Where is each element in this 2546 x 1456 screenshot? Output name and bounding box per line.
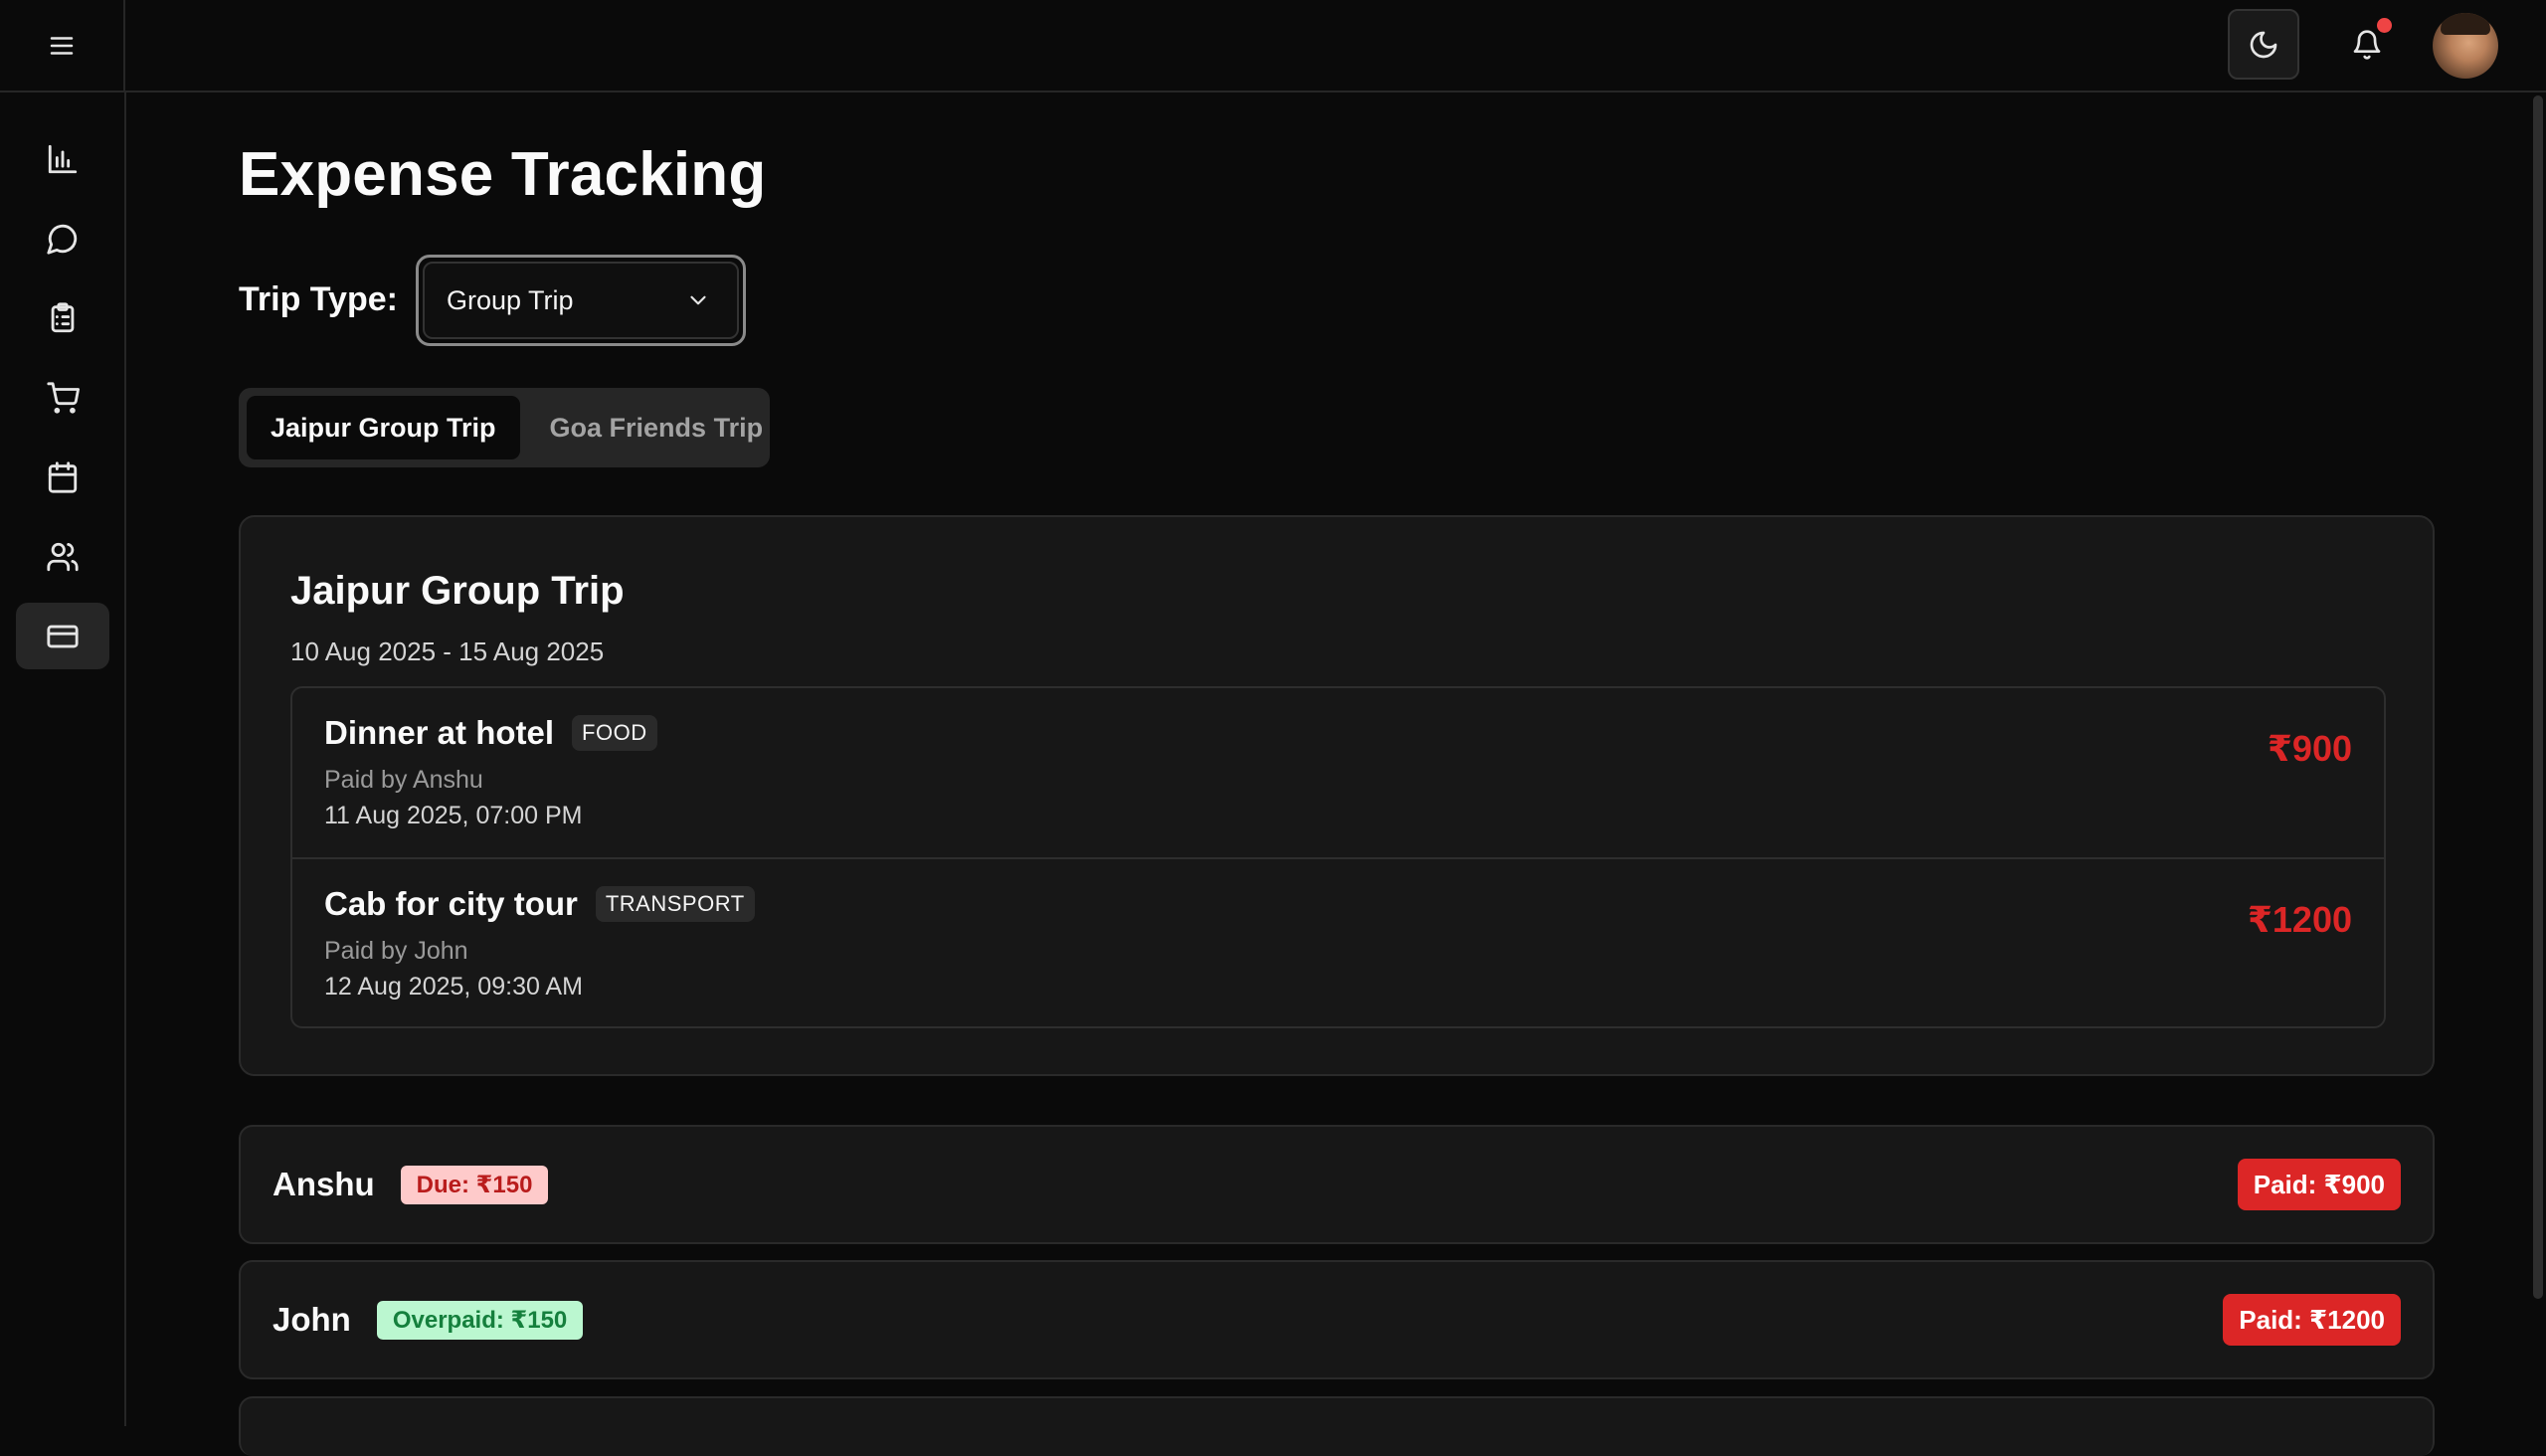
theme-toggle-button[interactable] xyxy=(2228,9,2299,80)
trip-type-value: Group Trip xyxy=(447,284,574,315)
trip-name: Jaipur Group Trip xyxy=(290,569,625,613)
sidebar-item-calendar[interactable] xyxy=(16,444,109,510)
member-name: John xyxy=(273,1301,351,1338)
sidebar-item-chat[interactable] xyxy=(16,205,109,272)
due-badge: Due: ₹150 xyxy=(400,1165,549,1204)
member-card-anshu: Anshu Due: ₹150 Paid: ₹900 xyxy=(239,1125,2435,1244)
trip-dates: 10 Aug 2025 - 15 Aug 2025 xyxy=(290,637,605,666)
member-name: Anshu xyxy=(273,1166,375,1202)
top-bar xyxy=(0,0,2546,92)
trip-type-select[interactable]: Group Trip xyxy=(416,255,746,346)
chevron-down-icon xyxy=(690,295,706,305)
expense-amount: ₹900 xyxy=(2267,728,2352,769)
sidebar-item-shop[interactable] xyxy=(16,364,109,431)
calendar-icon xyxy=(48,460,78,493)
expense-datetime: 12 Aug 2025, 09:30 AM xyxy=(324,973,583,1001)
tab-jaipur-group-trip[interactable]: Jaipur Group Trip xyxy=(247,396,520,459)
category-badge: FOOD xyxy=(572,715,657,751)
sidebar xyxy=(0,92,126,1426)
moon-icon xyxy=(2250,31,2277,58)
expense-name: Cab for city tour xyxy=(324,885,578,922)
scrollbar-thumb[interactable] xyxy=(2533,95,2543,1299)
sidebar-item-dashboard[interactable] xyxy=(16,125,109,192)
trip-tabs: Jaipur Group Trip Goa Friends Trip xyxy=(239,388,770,467)
avatar[interactable] xyxy=(2433,13,2498,79)
tab-goa-friends-trip[interactable]: Goa Friends Trip xyxy=(526,396,788,459)
paid-badge: Paid: ₹900 xyxy=(2237,1159,2401,1210)
sidebar-item-users[interactable] xyxy=(16,523,109,590)
expense-name: Dinner at hotel xyxy=(324,714,555,751)
message-circle-icon xyxy=(47,224,78,255)
page-title: Expense Tracking xyxy=(239,140,767,209)
menu-button[interactable] xyxy=(0,0,125,91)
category-badge: TRANSPORT xyxy=(595,886,755,922)
credit-card-icon xyxy=(47,625,79,647)
member-card-partial xyxy=(239,1396,2435,1456)
expense-datetime: 11 Aug 2025, 07:00 PM xyxy=(324,802,583,829)
trip-type-label: Trip Type: xyxy=(239,280,398,318)
expense-paid-by: Paid by Anshu xyxy=(324,766,483,794)
paid-badge: Paid: ₹1200 xyxy=(2223,1294,2401,1346)
expense-list: Dinner at hotel FOOD Paid by Anshu 11 Au… xyxy=(290,686,2386,1028)
users-icon xyxy=(47,542,79,571)
overpaid-badge: Overpaid: ₹150 xyxy=(376,1300,584,1340)
trip-card: Jaipur Group Trip 10 Aug 2025 - 15 Aug 2… xyxy=(239,515,2435,1076)
notification-dot xyxy=(2377,18,2392,33)
shopping-cart-icon xyxy=(47,381,80,414)
bar-chart-icon xyxy=(48,144,78,173)
bell-icon xyxy=(2353,30,2381,60)
sidebar-item-tasks[interactable] xyxy=(16,284,109,351)
hamburger-icon xyxy=(50,36,74,55)
expense-paid-by: Paid by John xyxy=(324,937,468,965)
notifications-button[interactable] xyxy=(2331,14,2403,76)
expense-row: Cab for city tour TRANSPORT Paid by John… xyxy=(292,857,2384,1026)
expense-amount: ₹1200 xyxy=(2247,899,2352,940)
expense-row: Dinner at hotel FOOD Paid by Anshu 11 Au… xyxy=(292,688,2384,857)
member-card-john: John Overpaid: ₹150 Paid: ₹1200 xyxy=(239,1260,2435,1379)
clipboard-list-icon xyxy=(51,301,75,332)
sidebar-item-expenses[interactable] xyxy=(16,603,109,669)
